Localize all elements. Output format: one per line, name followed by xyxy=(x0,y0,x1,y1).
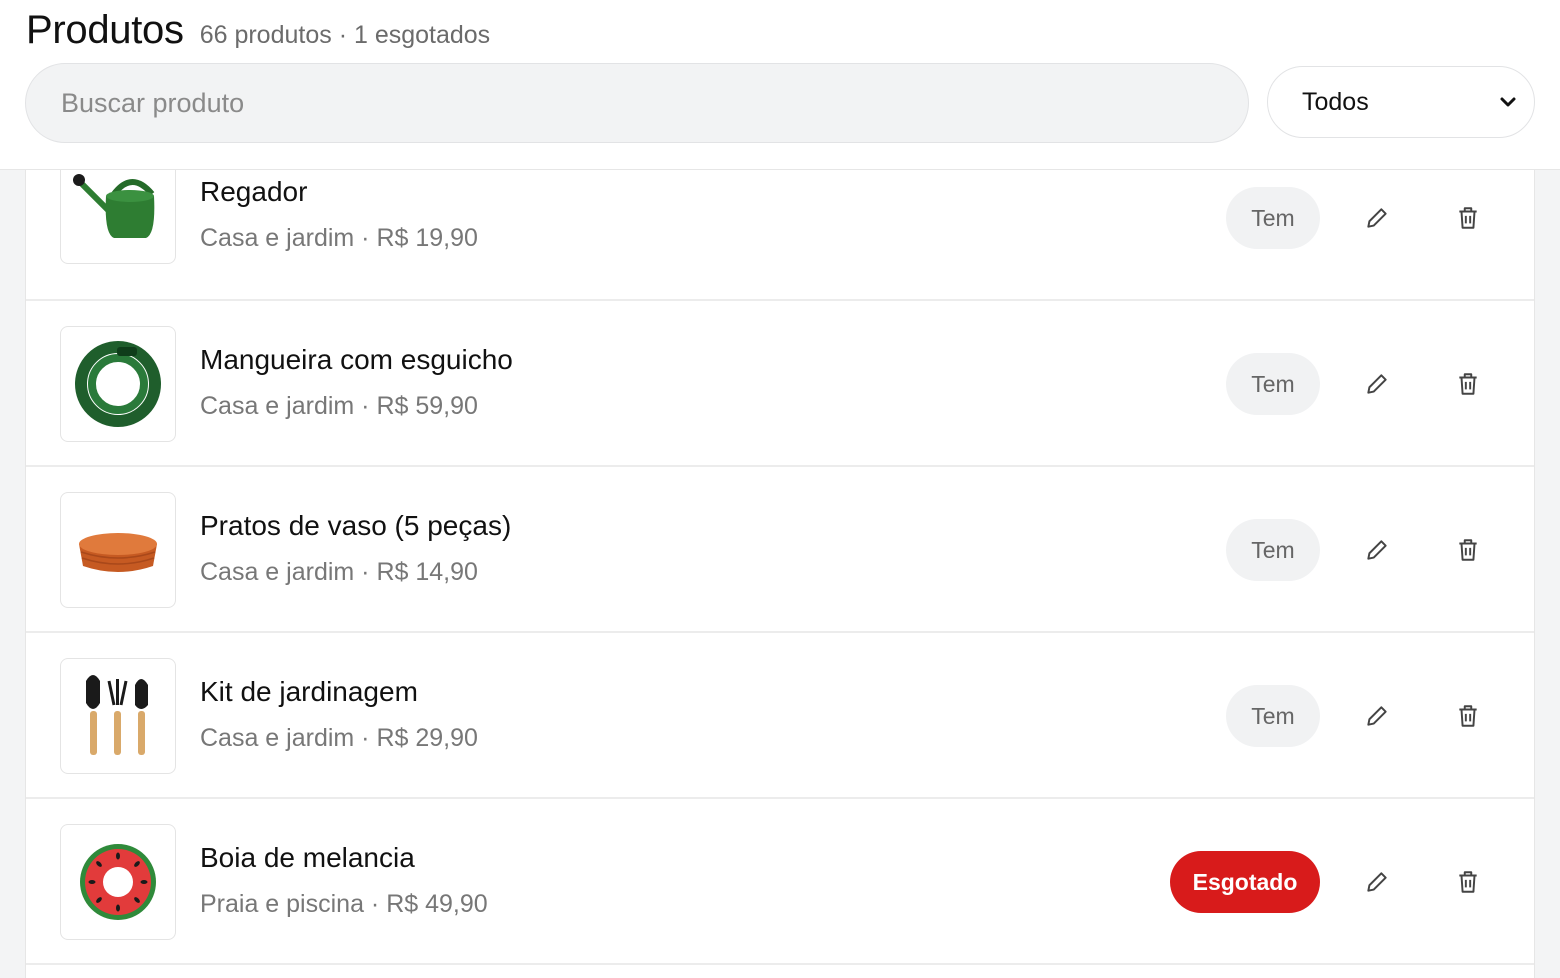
product-list: Regador Casa e jardim · R$ 19,90 Tem Man… xyxy=(25,170,1535,978)
delete-button[interactable] xyxy=(1446,196,1490,240)
product-row[interactable]: Kit de jardinagem Casa e jardim · R$ 29,… xyxy=(26,633,1534,799)
product-meta: Praia e piscina · R$ 49,90 xyxy=(200,890,488,918)
pencil-icon xyxy=(1367,706,1387,726)
edit-button[interactable] xyxy=(1355,362,1399,406)
product-row[interactable]: Mangueira com esguicho Casa e jardim · R… xyxy=(26,301,1534,467)
trash-icon xyxy=(1459,705,1477,727)
product-name: Mangueira com esguicho xyxy=(200,344,513,375)
search-bar[interactable] xyxy=(25,63,1249,143)
product-name: Pratos de vaso (5 peças) xyxy=(200,510,512,541)
trash-icon xyxy=(1459,373,1477,395)
stock-status-badge: Tem xyxy=(1226,519,1320,581)
delete-button[interactable] xyxy=(1446,694,1490,738)
stock-status-badge: Tem xyxy=(1226,685,1320,747)
trash-icon xyxy=(1459,871,1477,893)
watering-can-image xyxy=(60,170,176,264)
product-row[interactable]: Pratos de vaso (5 peças) Casa e jardim ·… xyxy=(26,467,1534,633)
delete-button[interactable] xyxy=(1446,528,1490,572)
product-count-summary: 66 produtos · 1 esgotados xyxy=(199,21,491,49)
product-name: Boia de melancia xyxy=(200,842,415,873)
pencil-icon xyxy=(1367,540,1387,560)
pencil-icon xyxy=(1367,872,1387,892)
product-row[interactable]: Boia de melancia Praia e piscina · R$ 49… xyxy=(26,799,1534,965)
title-row: Produtos 66 produtos · 1 esgotados xyxy=(26,8,490,53)
stock-status-badge: Tem xyxy=(1226,353,1320,415)
garden-hose-image xyxy=(60,326,176,442)
pencil-icon xyxy=(1367,374,1387,394)
page-header: Produtos 66 produtos · 1 esgotados Todos xyxy=(0,0,1560,170)
page-title: Produtos xyxy=(26,8,184,52)
edit-button[interactable] xyxy=(1355,860,1399,904)
product-meta: Casa e jardim · R$ 59,90 xyxy=(200,392,478,420)
edit-button[interactable] xyxy=(1355,196,1399,240)
search-input[interactable] xyxy=(61,87,1248,119)
edit-button[interactable] xyxy=(1355,694,1399,738)
product-name: Regador xyxy=(200,176,308,207)
gardening-tools-image xyxy=(60,658,176,774)
trash-icon xyxy=(1459,207,1477,229)
product-row[interactable]: Regador Casa e jardim · R$ 19,90 Tem xyxy=(26,170,1534,301)
chevron-down-icon xyxy=(1500,97,1516,107)
product-meta: Casa e jardim · R$ 19,90 xyxy=(200,224,478,252)
pencil-icon xyxy=(1367,208,1387,228)
category-filter-select[interactable]: Todos xyxy=(1267,66,1535,138)
delete-button[interactable] xyxy=(1446,362,1490,406)
product-meta: Casa e jardim · R$ 14,90 xyxy=(200,558,478,586)
delete-button[interactable] xyxy=(1446,860,1490,904)
stock-status-badge: Tem xyxy=(1226,187,1320,249)
product-meta: Casa e jardim · R$ 29,90 xyxy=(200,724,478,752)
trash-icon xyxy=(1459,539,1477,561)
filter-selected-value: Todos xyxy=(1302,87,1369,116)
product-name: Kit de jardinagem xyxy=(200,676,418,707)
edit-button[interactable] xyxy=(1355,528,1399,572)
watermelon-float-image xyxy=(60,824,176,940)
plant-saucers-image xyxy=(60,492,176,608)
stock-status-badge: Esgotado xyxy=(1170,851,1320,913)
